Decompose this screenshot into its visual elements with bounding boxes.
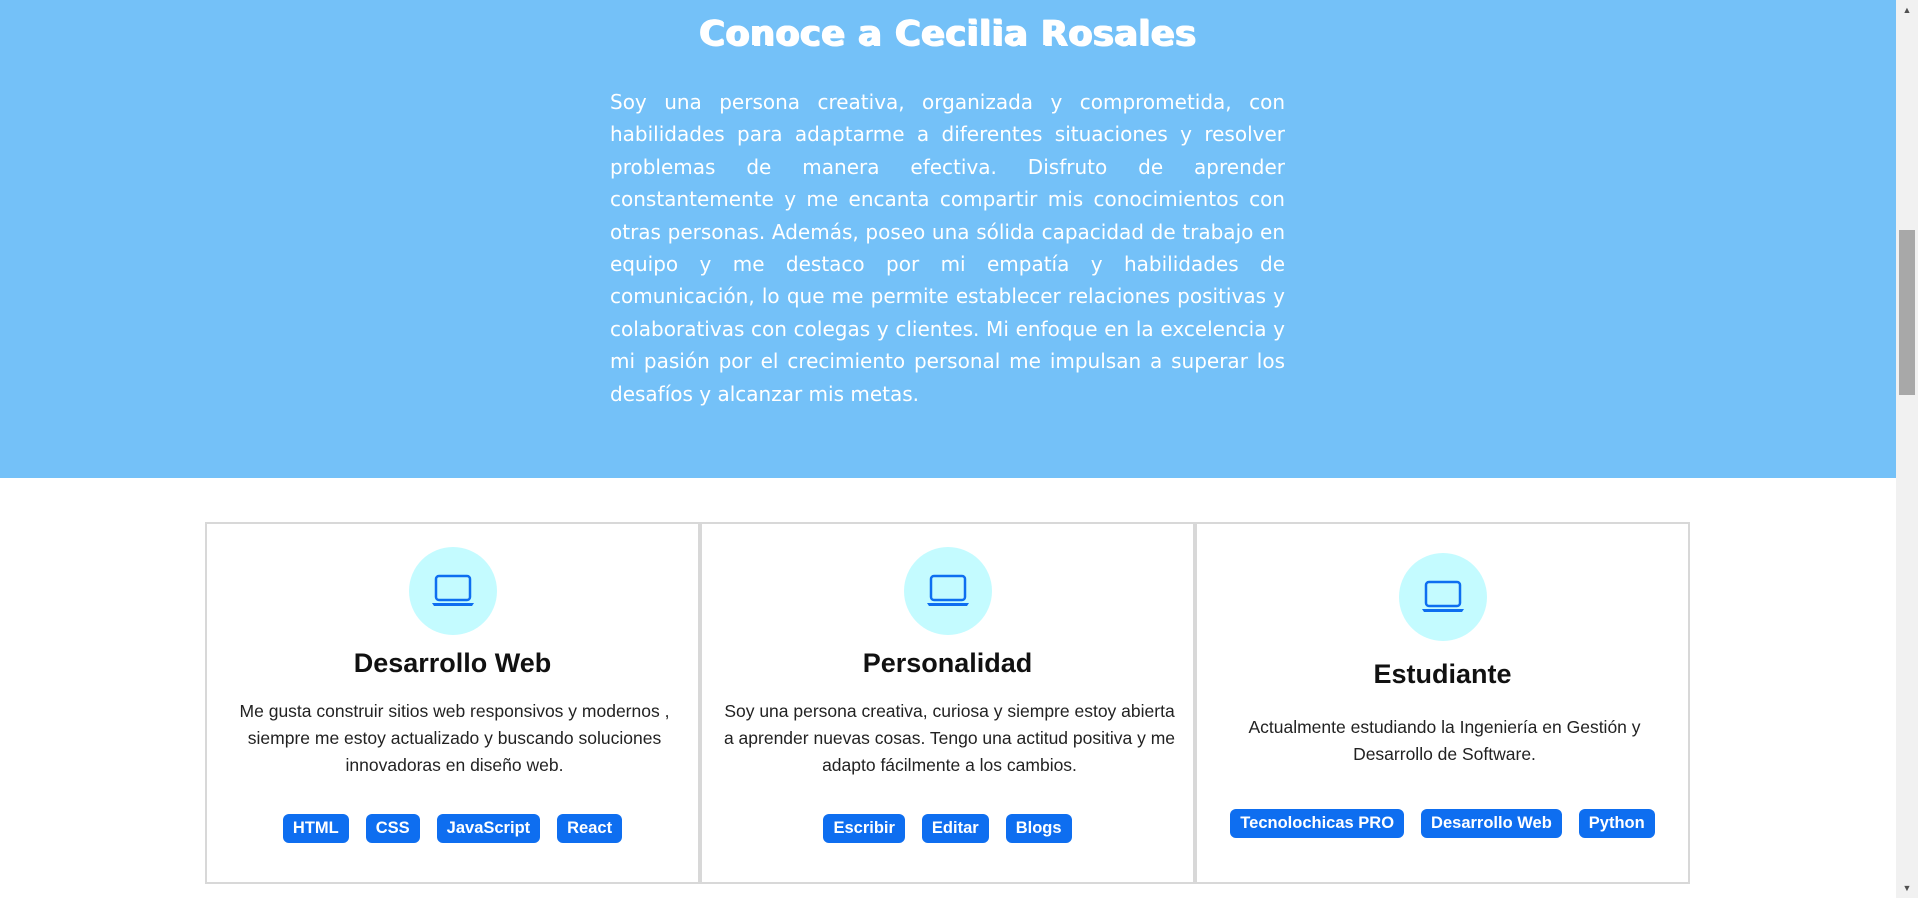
card-tags: Escribir Editar Blogs [702, 814, 1193, 843]
card-tags: Tecnolochicas PRO Desarrollo Web Python [1197, 809, 1688, 838]
tag-editar[interactable]: Editar [921, 814, 989, 843]
card-personalidad: Personalidad Soy una persona creativa, c… [700, 522, 1195, 884]
card-description: Actualmente estudiando la Ingeniería en … [1248, 717, 1641, 764]
about-hero-section: Conoce a Cecilia Rosales Soy una persona… [0, 0, 1896, 478]
card-title: Estudiante [1373, 659, 1512, 689]
card-title: Desarrollo Web [353, 648, 552, 678]
tag-desarrollo-web[interactable]: Desarrollo Web [1421, 809, 1562, 838]
card-tags: HTML CSS JavaScript React [207, 814, 698, 843]
tag-javascript[interactable]: JavaScript [436, 814, 541, 843]
tag-escribir[interactable]: Escribir [823, 814, 905, 843]
tag-blogs[interactable]: Blogs [1005, 814, 1072, 843]
card-description: Soy una persona creativa, curiosa y siem… [723, 701, 1176, 775]
scrollbar-thumb[interactable] [1899, 230, 1915, 395]
tag-react[interactable]: React [557, 814, 623, 843]
card-desarrollo-web: Desarrollo Web Me gusta construir sitios… [205, 522, 700, 884]
vertical-scrollbar[interactable]: ▲ ▼ [1896, 0, 1918, 898]
page: Conoce a Cecilia Rosales Soy una persona… [0, 0, 1896, 898]
tag-python[interactable]: Python [1578, 809, 1655, 838]
laptop-icon [903, 547, 992, 635]
skills-cards: Desarrollo Web Me gusta construir sitios… [205, 522, 1691, 884]
card-estudiante: Estudiante Actualmente estudiando la Ing… [1195, 522, 1690, 884]
hero-description: Soy una persona creativa, organizada y c… [610, 90, 1285, 406]
laptop-icon [1398, 553, 1487, 641]
tag-html[interactable]: HTML [282, 814, 349, 843]
tag-css[interactable]: CSS [365, 814, 420, 843]
card-title: Personalidad [862, 648, 1033, 678]
hero-title: Conoce a Cecilia Rosales [699, 14, 1197, 54]
tag-tecnolochicas-pro[interactable]: Tecnolochicas PRO [1230, 809, 1405, 838]
laptop-icon [408, 547, 497, 635]
card-description: Me gusta construir sitios web responsivo… [239, 701, 670, 775]
scroll-up-arrow-icon[interactable]: ▲ [1896, 0, 1918, 20]
scroll-down-arrow-icon[interactable]: ▼ [1896, 878, 1918, 898]
